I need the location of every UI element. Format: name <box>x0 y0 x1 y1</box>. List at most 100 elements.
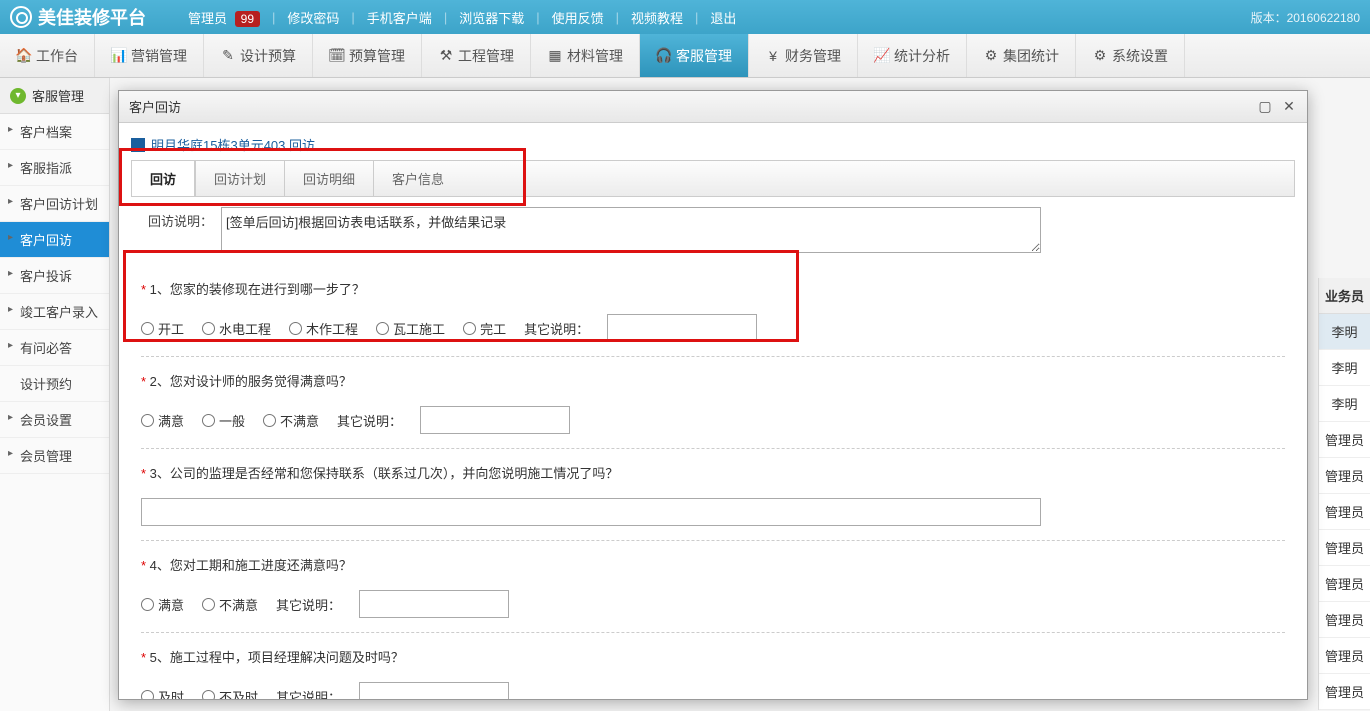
sidebar-item[interactable]: 客服指派 <box>0 150 109 186</box>
nav-item[interactable]: 🗓预算管理 <box>313 34 422 77</box>
nav-item[interactable]: 🎧客服管理 <box>640 34 749 77</box>
answer-input[interactable] <box>141 498 1041 526</box>
nav-label: 统计分析 <box>894 46 950 66</box>
sidebar-title: 客服管理 <box>32 86 84 105</box>
option-radio[interactable] <box>141 598 154 611</box>
option-label[interactable]: 满意 <box>141 411 184 430</box>
nav-item[interactable]: 📈统计分析 <box>858 34 967 77</box>
nav-label: 工作台 <box>36 46 78 66</box>
right-panel-item[interactable]: 管理员 <box>1319 638 1370 674</box>
admin-label: 管理员 <box>188 11 227 26</box>
option-radio[interactable] <box>202 690 215 700</box>
option-radio[interactable] <box>141 690 154 700</box>
right-panel-item[interactable]: 管理员 <box>1319 566 1370 602</box>
sidebar-item[interactable]: 会员管理 <box>0 438 109 474</box>
other-input[interactable] <box>359 590 509 618</box>
option-radio[interactable] <box>289 322 302 335</box>
option-label[interactable]: 不及时 <box>202 687 258 700</box>
top-link[interactable]: 退出 <box>698 8 748 27</box>
other-input[interactable] <box>420 406 570 434</box>
other-input[interactable] <box>607 314 757 342</box>
nav-icon: 🗓 <box>329 48 345 64</box>
option-text: 木作工程 <box>306 319 358 338</box>
dialog-tab[interactable]: 客户信息 <box>373 161 462 196</box>
other-label: 其它说明： <box>276 687 341 700</box>
logo-text: 美佳装修平台 <box>38 4 146 30</box>
dialog-tab[interactable]: 回访 <box>132 161 195 196</box>
top-link[interactable]: 视频教程 <box>619 8 695 27</box>
dialog-tab[interactable]: 回访明细 <box>284 161 373 196</box>
right-panel-item[interactable]: 管理员 <box>1319 422 1370 458</box>
right-panel-item[interactable]: 管理员 <box>1319 458 1370 494</box>
main-nav: 🏠工作台📊营销管理✎设计预算🗓预算管理⚒工程管理▦材料管理🎧客服管理¥财务管理📈… <box>0 34 1370 78</box>
option-label[interactable]: 完工 <box>463 319 506 338</box>
option-label[interactable]: 瓦工施工 <box>376 319 445 338</box>
sidebar-item[interactable]: 客户档案 <box>0 114 109 150</box>
top-link[interactable]: 浏览器下载 <box>447 8 536 27</box>
option-radio[interactable] <box>376 322 389 335</box>
sidebar-item[interactable]: 客户回访计划 <box>0 186 109 222</box>
right-panel-item[interactable]: 管理员 <box>1319 530 1370 566</box>
right-panel-item[interactable]: 李明 <box>1319 386 1370 422</box>
option-label[interactable]: 开工 <box>141 319 184 338</box>
sidebar-item[interactable]: 会员设置 <box>0 402 109 438</box>
right-panel-item[interactable]: 李明 <box>1319 314 1370 350</box>
nav-item[interactable]: ⚙系统设置 <box>1076 34 1185 77</box>
nav-label: 客服管理 <box>676 46 732 66</box>
close-icon[interactable]: ✕ <box>1281 99 1297 115</box>
question-title: * 2、您对设计师的服务觉得满意吗？ <box>141 371 1285 390</box>
other-input[interactable] <box>359 682 509 699</box>
option-text: 不及时 <box>219 687 258 700</box>
dialog-subtitle: 明月华庭15栋3单元403 回访 <box>131 135 1295 154</box>
option-radio[interactable] <box>463 322 476 335</box>
option-radio[interactable] <box>202 322 215 335</box>
nav-item[interactable]: 🏠工作台 <box>0 34 95 77</box>
nav-item[interactable]: ✎设计预算 <box>204 34 313 77</box>
sidebar-item[interactable]: 客户投诉 <box>0 258 109 294</box>
option-label[interactable]: 不满意 <box>263 411 319 430</box>
nav-item[interactable]: ¥财务管理 <box>749 34 858 77</box>
maximize-icon[interactable]: ▢ <box>1257 99 1273 115</box>
top-link[interactable]: 修改密码 <box>275 8 351 27</box>
right-panel-item[interactable]: 管理员 <box>1319 674 1370 710</box>
option-label[interactable]: 满意 <box>141 595 184 614</box>
right-panel-item[interactable]: 李明 <box>1319 350 1370 386</box>
nav-item[interactable]: 📊营销管理 <box>95 34 204 77</box>
right-panel-item[interactable]: 管理员 <box>1319 602 1370 638</box>
admin-link[interactable]: 管理员 99 <box>176 8 272 27</box>
option-radio[interactable] <box>202 414 215 427</box>
option-label[interactable]: 不满意 <box>202 595 258 614</box>
note-textarea[interactable]: [签单后回访]根据回访表电话联系，并做结果记录 <box>221 207 1041 253</box>
option-radio[interactable] <box>141 414 154 427</box>
nav-icon: 📊 <box>111 48 127 64</box>
nav-label: 营销管理 <box>131 46 187 66</box>
sidebar: ▾ 客服管理 客户档案客服指派客户回访计划客户回访客户投诉竣工客户录入有问必答设… <box>0 78 110 711</box>
option-text: 及时 <box>158 687 184 700</box>
dialog-tab[interactable]: 回访计划 <box>195 161 284 196</box>
version-label: 版本：20160622180 <box>1251 9 1360 26</box>
logo: 美佳装修平台 <box>10 4 146 30</box>
option-label[interactable]: 一般 <box>202 411 245 430</box>
nav-label: 材料管理 <box>567 46 623 66</box>
top-link[interactable]: 使用反馈 <box>540 8 616 27</box>
top-link[interactable]: 手机客户端 <box>355 8 444 27</box>
options-row: 开工水电工程木作工程瓦工施工完工其它说明： <box>141 314 1285 342</box>
option-radio[interactable] <box>202 598 215 611</box>
sidebar-item[interactable]: 竣工客户录入 <box>0 294 109 330</box>
option-radio[interactable] <box>141 322 154 335</box>
nav-item[interactable]: ▦材料管理 <box>531 34 640 77</box>
logo-icon <box>10 6 32 28</box>
question-block: * 1、您家的装修现在进行到哪一步了？开工水电工程木作工程瓦工施工完工其它说明： <box>141 265 1285 357</box>
sidebar-item[interactable]: 设计预约 <box>0 366 109 402</box>
sidebar-item[interactable]: 客户回访 <box>0 222 109 258</box>
option-label[interactable]: 木作工程 <box>289 319 358 338</box>
option-radio[interactable] <box>263 414 276 427</box>
collapse-icon[interactable]: ▾ <box>10 88 26 104</box>
sidebar-item[interactable]: 有问必答 <box>0 330 109 366</box>
option-label[interactable]: 水电工程 <box>202 319 271 338</box>
nav-item[interactable]: ⚙集团统计 <box>967 34 1076 77</box>
right-panel-item[interactable]: 管理员 <box>1319 494 1370 530</box>
top-bar: 美佳装修平台 管理员 99 | 修改密码 | 手机客户端 | 浏览器下载 | 使… <box>0 0 1370 34</box>
option-label[interactable]: 及时 <box>141 687 184 700</box>
nav-item[interactable]: ⚒工程管理 <box>422 34 531 77</box>
